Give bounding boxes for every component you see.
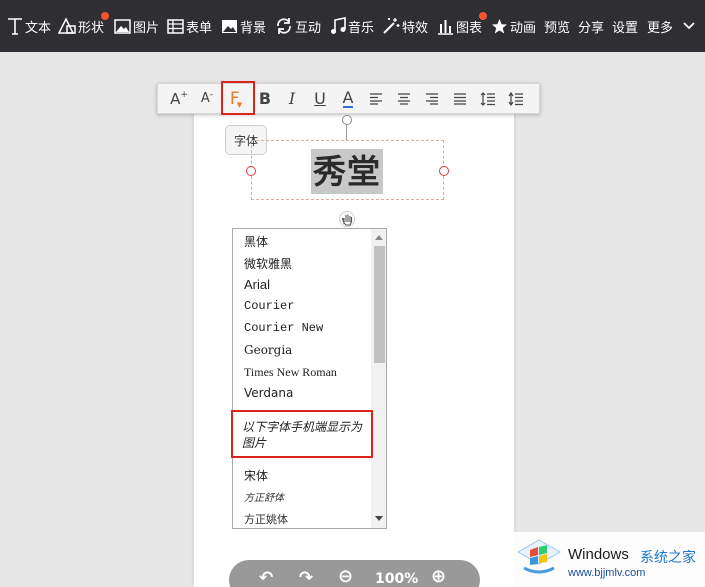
toolbar-shape-button[interactable]: 形状 <box>58 0 104 52</box>
canvas-text[interactable]: 秀堂 <box>311 149 383 194</box>
justify-icon <box>454 92 466 105</box>
rotate-line <box>346 124 347 140</box>
toolbar-text-button[interactable]: 文本 <box>7 0 51 52</box>
shape-new-badge <box>101 12 109 20</box>
chart-new-badge <box>479 12 487 20</box>
scroll-up-icon[interactable] <box>375 235 383 240</box>
toolbar-music-button[interactable]: 音乐 <box>330 0 374 52</box>
scroll-down-icon[interactable] <box>375 516 383 521</box>
italic-button[interactable]: I <box>281 84 303 113</box>
zoom-out-button[interactable]: ⊖ <box>338 566 353 587</box>
font-option-songti[interactable]: 宋体 <box>244 467 268 484</box>
rotate-handle[interactable] <box>342 115 352 125</box>
toolbar-form-button[interactable]: 表单 <box>167 0 212 52</box>
underline-button[interactable]: U <box>309 84 331 113</box>
font-option-yahei[interactable]: 微软雅黑 <box>244 255 292 272</box>
top-toolbar: 文本 形状 图片 表单 背景 互动 音乐 特效 图表 动画 预览 分享 设置 更… <box>0 0 705 52</box>
bold-button[interactable]: B <box>254 84 276 113</box>
font-option-courier[interactable]: Courier <box>244 299 294 313</box>
font-color-button[interactable]: A <box>337 84 359 113</box>
align-left-icon <box>370 92 382 105</box>
format-toolbar: A + A- F ▼ B I U A <box>157 83 540 114</box>
spacing-icon <box>508 91 523 106</box>
align-left-button[interactable] <box>365 84 387 113</box>
zoom-bar: ↶ ↷ ⊖ 100% ⊕ <box>229 560 480 587</box>
font-option-arial[interactable]: Arial <box>244 277 270 292</box>
hand-icon <box>341 214 353 226</box>
redo-button[interactable]: ↷ <box>299 568 313 587</box>
resize-handle-right[interactable] <box>439 166 449 176</box>
align-center-icon <box>398 92 410 105</box>
align-center-button[interactable] <box>393 84 415 113</box>
font-button-highlight <box>221 81 255 115</box>
dropdown-scrollbar[interactable] <box>371 229 386 528</box>
font-option-georgia[interactable]: Georgia <box>244 343 292 357</box>
align-right-button[interactable] <box>421 84 443 113</box>
font-option-verdana[interactable]: Verdana <box>244 386 293 400</box>
animation-icon <box>492 18 507 33</box>
font-option-fangzheng-yaoti[interactable]: 方正姚体 <box>244 511 288 527</box>
watermark: Windows 系统之家 www.bjjmlv.com <box>512 532 705 587</box>
text-icon <box>8 18 22 35</box>
toolbar-background-button[interactable]: 背景 <box>221 0 266 52</box>
image-icon <box>114 18 131 34</box>
toolbar-more-button[interactable]: 更多 <box>647 0 695 52</box>
justify-button[interactable] <box>449 84 471 113</box>
font-option-fangzheng-shuti[interactable]: 方正舒体 <box>244 489 284 504</box>
zoom-in-button[interactable]: ⊕ <box>431 566 446 587</box>
font-option-times[interactable]: Times New Roman <box>244 365 337 380</box>
plus-icon: + <box>180 89 188 100</box>
toolbar-share-button[interactable]: 分享 <box>578 0 604 52</box>
music-icon <box>331 17 346 34</box>
windows-logo-icon <box>516 539 562 574</box>
chevron-down-icon <box>683 22 695 30</box>
move-handle[interactable] <box>339 211 355 227</box>
line-height-button[interactable] <box>477 84 499 113</box>
font-option-heiti[interactable]: 黑体 <box>244 233 268 250</box>
increase-font-button[interactable]: A + <box>168 84 190 113</box>
font-dropdown[interactable]: 黑体 微软雅黑 Arial Courier Courier New Georgi… <box>232 228 387 529</box>
effect-icon <box>383 18 400 34</box>
undo-button[interactable]: ↶ <box>259 568 273 587</box>
toolbar-preview-button[interactable]: 预览 <box>544 0 570 52</box>
align-right-icon <box>426 92 438 105</box>
line-height-icon <box>480 91 495 106</box>
image-font-note: 以下字体手机端显示为 图片 <box>231 410 373 458</box>
toolbar-chart-button[interactable]: 图表 <box>437 0 482 52</box>
shape-icon <box>58 17 76 34</box>
decrease-font-button[interactable]: A- <box>196 84 218 113</box>
zoom-level: 100% <box>375 571 419 587</box>
toolbar-image-button[interactable]: 图片 <box>114 0 159 52</box>
toolbar-settings-button[interactable]: 设置 <box>612 0 638 52</box>
resize-handle-left[interactable] <box>246 166 256 176</box>
font-option-courier-new[interactable]: Courier New <box>244 321 323 335</box>
form-icon <box>167 18 184 34</box>
scrollbar-thumb[interactable] <box>374 246 385 363</box>
minus-icon: - <box>209 89 214 100</box>
chart-icon <box>438 19 453 35</box>
toolbar-interact-button[interactable]: 互动 <box>275 0 321 52</box>
letter-spacing-button[interactable] <box>505 84 527 113</box>
toolbar-effect-button[interactable]: 特效 <box>382 0 428 52</box>
toolbar-animation-button[interactable]: 动画 <box>491 0 536 52</box>
interact-icon <box>277 18 291 34</box>
background-icon <box>222 19 237 33</box>
